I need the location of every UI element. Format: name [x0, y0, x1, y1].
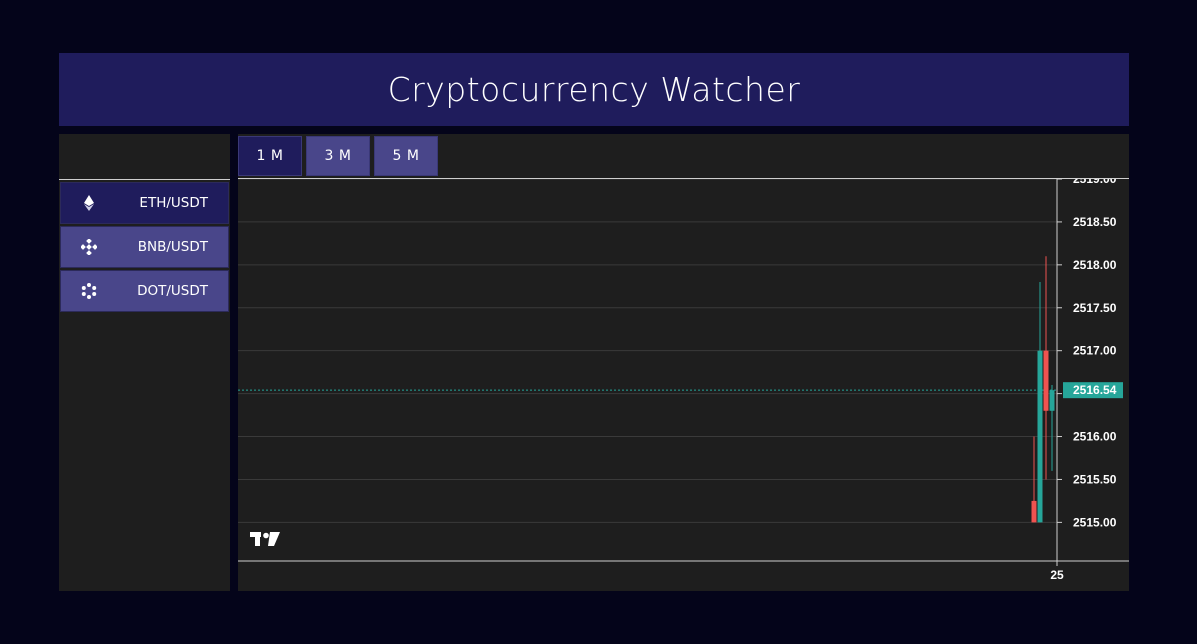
ethereum-icon [81, 195, 97, 211]
price-tick-label: 2519.00 [1073, 179, 1117, 186]
pair-item-bnb[interactable]: BNB/USDT [60, 226, 229, 268]
pair-item-dot[interactable]: DOT/USDT [60, 270, 229, 312]
pair-label: BNB/USDT [137, 239, 208, 255]
candle-body [1049, 390, 1055, 411]
chart-panel: 1 M 3 M 5 M 2515.002515.502516.002516.50… [238, 134, 1129, 591]
pair-label: ETH/USDT [139, 195, 208, 211]
app-header: Cryptocurrency Watcher [59, 53, 1129, 126]
price-tick-label: 2518.50 [1073, 215, 1117, 229]
price-tick-label: 2515.00 [1073, 515, 1117, 529]
price-tick-label: 2517.00 [1073, 344, 1117, 358]
pair-sidebar: ETH/USDT BNB/USDT DOT/USDT [59, 134, 230, 591]
pair-item-eth[interactable]: ETH/USDT [60, 182, 229, 224]
tab-5m[interactable]: 5 M [374, 136, 438, 176]
time-tick-label: 25 [1050, 568, 1064, 582]
price-tick-label: 2515.50 [1073, 472, 1117, 486]
candle-body [1031, 500, 1037, 523]
price-tick-label: 2517.50 [1073, 301, 1117, 315]
sidebar-spacer [59, 134, 230, 180]
tradingview-logo[interactable] [250, 532, 280, 546]
price-tick-label: 2516.00 [1073, 430, 1117, 444]
price-tick-label: 2518.00 [1073, 258, 1117, 272]
price-chart[interactable]: 2515.002515.502516.002516.502517.002517.… [238, 179, 1129, 590]
binance-icon [81, 239, 97, 255]
app-title: Cryptocurrency Watcher [387, 70, 801, 109]
last-price-label: 2516.54 [1073, 383, 1117, 397]
candle-body [1043, 350, 1049, 411]
timeframe-tabs: 1 M 3 M 5 M [238, 134, 442, 178]
polkadot-icon [81, 283, 97, 299]
tab-3m[interactable]: 3 M [306, 136, 370, 176]
candle-body [1037, 350, 1043, 523]
pair-label: DOT/USDT [137, 283, 208, 299]
tab-1m[interactable]: 1 M [238, 136, 302, 176]
